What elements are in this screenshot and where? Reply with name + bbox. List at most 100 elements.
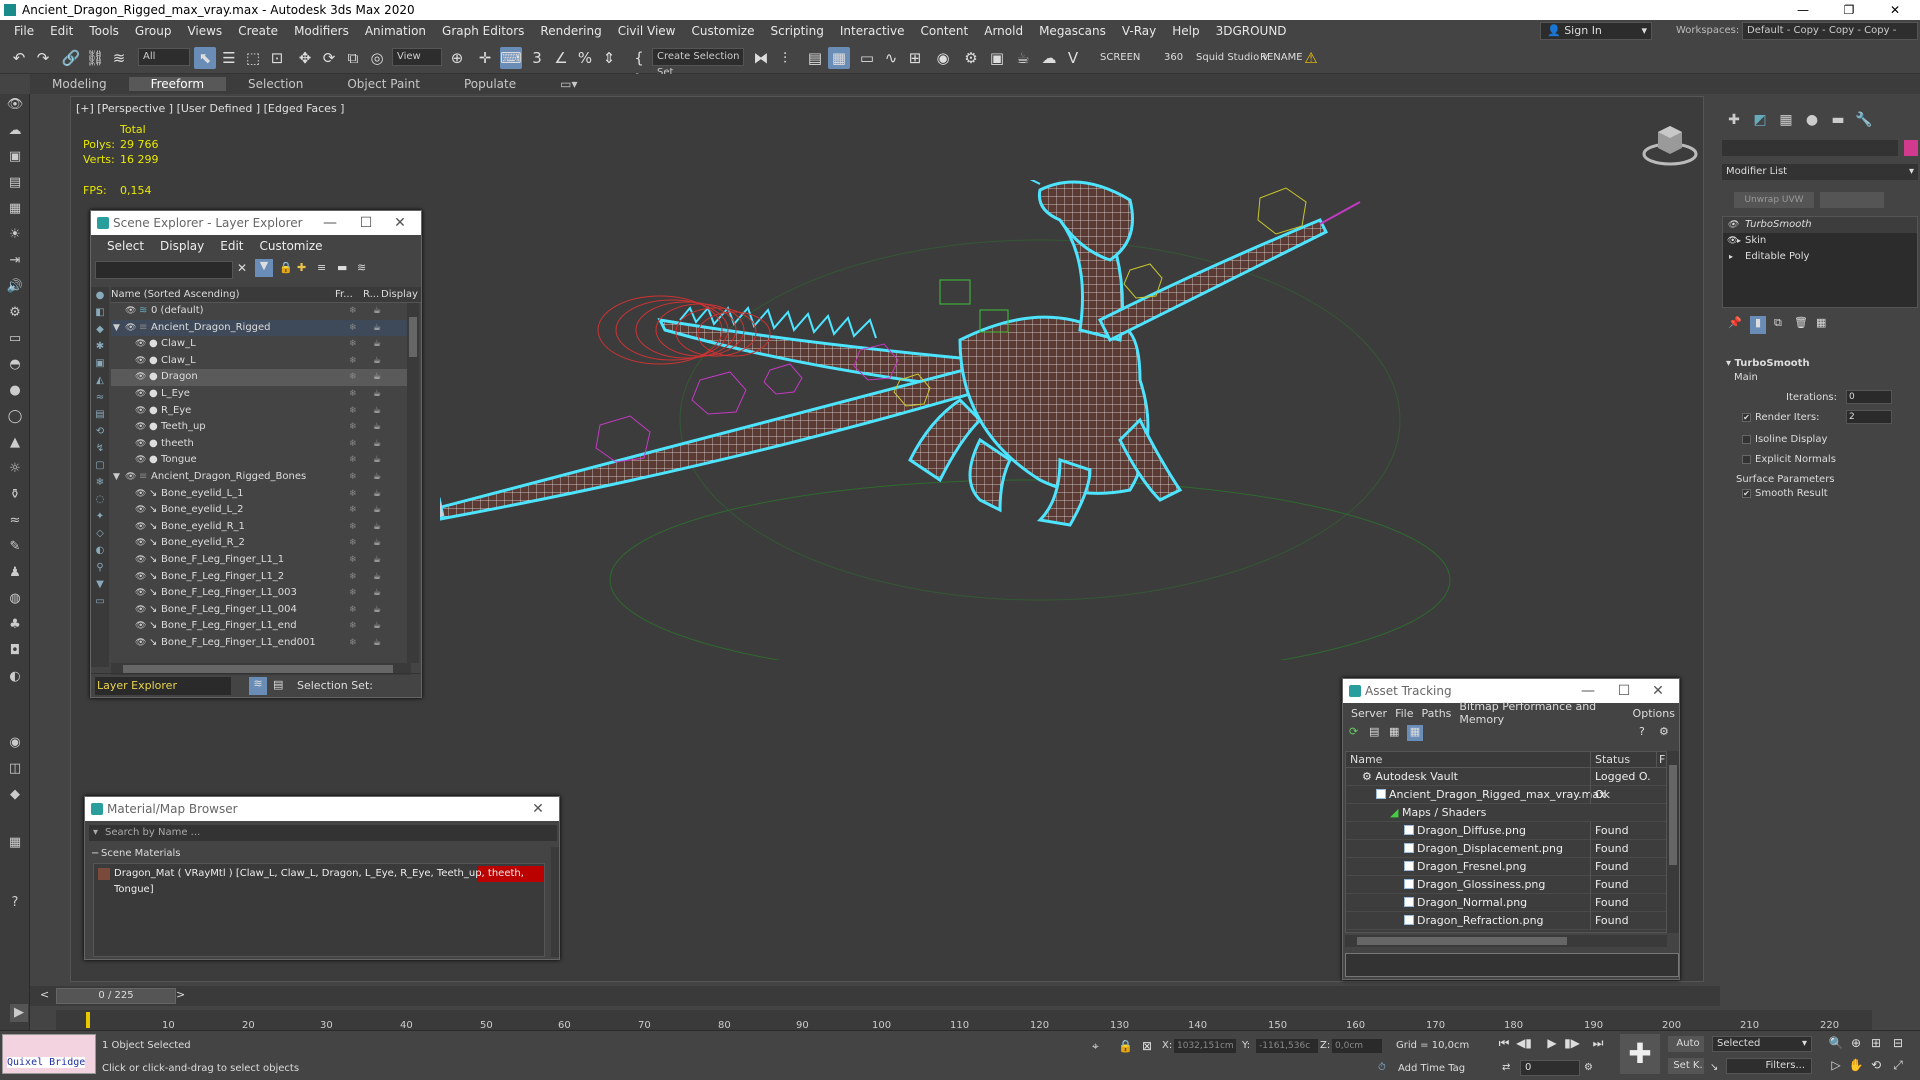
help-icon[interactable]: ? xyxy=(6,894,24,912)
select-manipulate-icon[interactable]: ✛ xyxy=(474,47,496,69)
zoom-extents-all-icon[interactable]: ⊟ xyxy=(1890,1036,1906,1052)
freeze-icon[interactable]: ❄ xyxy=(349,303,357,320)
menu-arnold[interactable]: Arnold xyxy=(976,24,1031,38)
tree-row[interactable]: 👁 ↘ Bone_F_Leg_Finger_L1_end ❄ ☕ xyxy=(111,618,411,635)
expand-icon[interactable]: ▸ xyxy=(1729,249,1733,265)
angle-snap-icon[interactable]: ∠ xyxy=(550,47,572,69)
material-editor-icon[interactable]: ◉ xyxy=(932,47,954,69)
container-icon[interactable]: ▢ xyxy=(91,457,109,474)
geometry-icon[interactable]: ◧ xyxy=(91,304,109,321)
cube-icon[interactable]: ◫ xyxy=(6,760,24,778)
make-unique-icon[interactable]: ⧉ xyxy=(1774,316,1782,330)
expand-icon[interactable]: ▸ xyxy=(1737,233,1741,249)
tree-row[interactable]: 👁 ● Tongue ❄ ☕ xyxy=(111,452,411,469)
horizontal-scrollbar[interactable] xyxy=(1345,935,1667,947)
keyboard-shortcut-override-icon[interactable]: ⌨ xyxy=(500,47,522,69)
close-button[interactable]: ✕ xyxy=(523,797,553,821)
tree-row[interactable]: 👁 ● Teeth_up ❄ ☕ xyxy=(111,419,411,436)
freeze-icon[interactable]: ❄ xyxy=(349,436,357,453)
freeze-icon[interactable]: ❄ xyxy=(349,336,357,353)
arrow-icon[interactable]: ⇥ xyxy=(6,252,24,270)
tree-row[interactable]: 👁 ● theeth ❄ ☕ xyxy=(111,436,411,453)
key-tangent-icon[interactable]: ↘ xyxy=(1710,1062,1718,1073)
named-selection-dropdown[interactable]: Create Selection Set xyxy=(652,48,744,78)
render-icon[interactable]: ☕ xyxy=(373,369,381,386)
spacewarp-icon[interactable]: ≈ xyxy=(91,389,109,406)
show-end-result-icon[interactable]: ▮ xyxy=(1750,316,1766,334)
next-frame-icon[interactable]: > xyxy=(176,988,185,1001)
lock-icon[interactable]: 🔒 xyxy=(279,261,293,274)
material-browser-titlebar[interactable]: Material/Map Browser ✕ xyxy=(85,797,559,821)
none-icon[interactable]: ◇ xyxy=(91,525,109,542)
freeze-icon[interactable]: ❄ xyxy=(349,320,357,337)
menu-create[interactable]: Create xyxy=(230,24,286,38)
tree-row[interactable]: 👁 ● Claw_L ❄ ☕ xyxy=(111,353,411,370)
rect-selection-icon[interactable]: ⬚ xyxy=(242,47,264,69)
freeze-icon[interactable]: ❄ xyxy=(349,452,357,469)
asset-row[interactable]: Dragon_Displacement.png Found xyxy=(1346,840,1666,858)
explicit-normals-checkbox[interactable]: Explicit Normals xyxy=(1742,454,1836,465)
tree-row[interactable]: 👁 ↘ Bone_F_Leg_Finger_L1_1 ❄ ☕ xyxy=(111,552,411,569)
auto-key-button[interactable]: Auto xyxy=(1668,1036,1704,1052)
menu-animation[interactable]: Animation xyxy=(357,24,434,38)
y-coordinate-field[interactable]: -1161,536c xyxy=(1256,1039,1318,1053)
camera-icon[interactable]: ▣ xyxy=(91,355,109,372)
tree-row[interactable]: 👁 ● L_Eye ❄ ☕ xyxy=(111,386,411,403)
render-icon[interactable]: ☕ xyxy=(373,535,381,552)
render-icon[interactable]: ☕ xyxy=(373,502,381,519)
globe-icon[interactable]: ◍ xyxy=(6,590,24,608)
ribbon-toggle-icon[interactable]: ▭ xyxy=(856,47,878,69)
pivot-center-icon[interactable]: ⊕ xyxy=(446,47,468,69)
minimize-button[interactable]: — xyxy=(1780,0,1826,20)
zoom-extents-icon[interactable]: ⊞ xyxy=(1868,1036,1884,1052)
current-frame-field[interactable]: 0 xyxy=(1520,1060,1580,1076)
tree-icon[interactable]: ♣ xyxy=(6,616,24,634)
time-slider-track[interactable]: < > xyxy=(30,986,1720,1006)
render-iters-spinner[interactable]: 2 xyxy=(1846,410,1892,424)
orb-icon[interactable]: ◉ xyxy=(6,734,24,752)
stack-item-turbosmooth[interactable]: 👁 TurboSmooth xyxy=(1723,217,1917,233)
freeze-icon[interactable]: ❄ xyxy=(349,569,357,586)
x-coordinate-field[interactable]: 1032,151cm xyxy=(1174,1039,1236,1053)
menu-tools[interactable]: Tools xyxy=(81,24,127,38)
freeze-icon[interactable]: ❄ xyxy=(349,469,357,486)
maximize-viewport-icon[interactable]: ⤢ xyxy=(1890,1058,1906,1074)
display-tab-icon[interactable]: ▬ xyxy=(1828,110,1848,130)
filter-toggle-icon[interactable]: ▼ xyxy=(91,576,109,593)
redo-icon[interactable]: ↷ xyxy=(32,47,54,69)
hidden-icon[interactable]: ◌ xyxy=(91,491,109,508)
render-icon[interactable]: ☕ xyxy=(373,419,381,436)
warning-icon[interactable]: ⚠ xyxy=(1300,47,1322,69)
tab-modeling[interactable]: Modeling xyxy=(30,77,129,91)
object-name-field[interactable] xyxy=(1722,140,1898,156)
sort-icon[interactable]: ▤ xyxy=(273,678,283,691)
remove-modifier-icon[interactable]: 🗑 xyxy=(1794,316,1808,329)
time-tag-icon[interactable]: ⏱ xyxy=(1378,1062,1386,1073)
tab-freeform[interactable]: Freeform xyxy=(128,77,227,91)
brush-icon[interactable]: ✎ xyxy=(6,538,24,556)
viewcube[interactable] xyxy=(1640,120,1700,170)
render-icon[interactable]: ☕ xyxy=(373,303,381,320)
tree-row[interactable]: 👁 ↘ Bone_eyelid_R_1 ❄ ☕ xyxy=(111,519,411,536)
asset-row[interactable]: ◢ Maps / Shaders xyxy=(1346,804,1666,822)
link-icon[interactable]: 🔗 xyxy=(60,47,82,69)
menu-rendering[interactable]: Rendering xyxy=(532,24,609,38)
select-by-name-icon[interactable]: ☰ xyxy=(218,47,240,69)
grid-icon[interactable]: ▦ xyxy=(6,200,24,218)
layer-explorer-icon[interactable]: ▤ xyxy=(804,47,826,69)
maximize-button[interactable]: ❐ xyxy=(1826,0,1872,20)
filter-icon[interactable]: ▼ xyxy=(255,259,273,277)
menu-file[interactable]: File xyxy=(6,24,42,38)
go-to-start-icon[interactable]: ⏮ xyxy=(1496,1036,1512,1052)
menu-views[interactable]: Views xyxy=(179,24,230,38)
close-button[interactable]: ✕ xyxy=(1643,679,1673,703)
invert-icon[interactable]: ◐ xyxy=(91,542,109,559)
render-production-icon[interactable]: ☕ xyxy=(1012,47,1034,69)
torus-icon[interactable]: ◯ xyxy=(6,408,24,426)
menu-graph-editors[interactable]: Graph Editors xyxy=(434,24,532,38)
sphere-icon[interactable]: ● xyxy=(6,382,24,400)
table-icon[interactable]: ▦ xyxy=(1389,725,1399,738)
asset-row[interactable]: Dragon_Fresnel.png Found xyxy=(1346,858,1666,876)
helper-icon[interactable]: ◭ xyxy=(91,372,109,389)
vertical-scrollbar[interactable] xyxy=(1667,751,1679,933)
